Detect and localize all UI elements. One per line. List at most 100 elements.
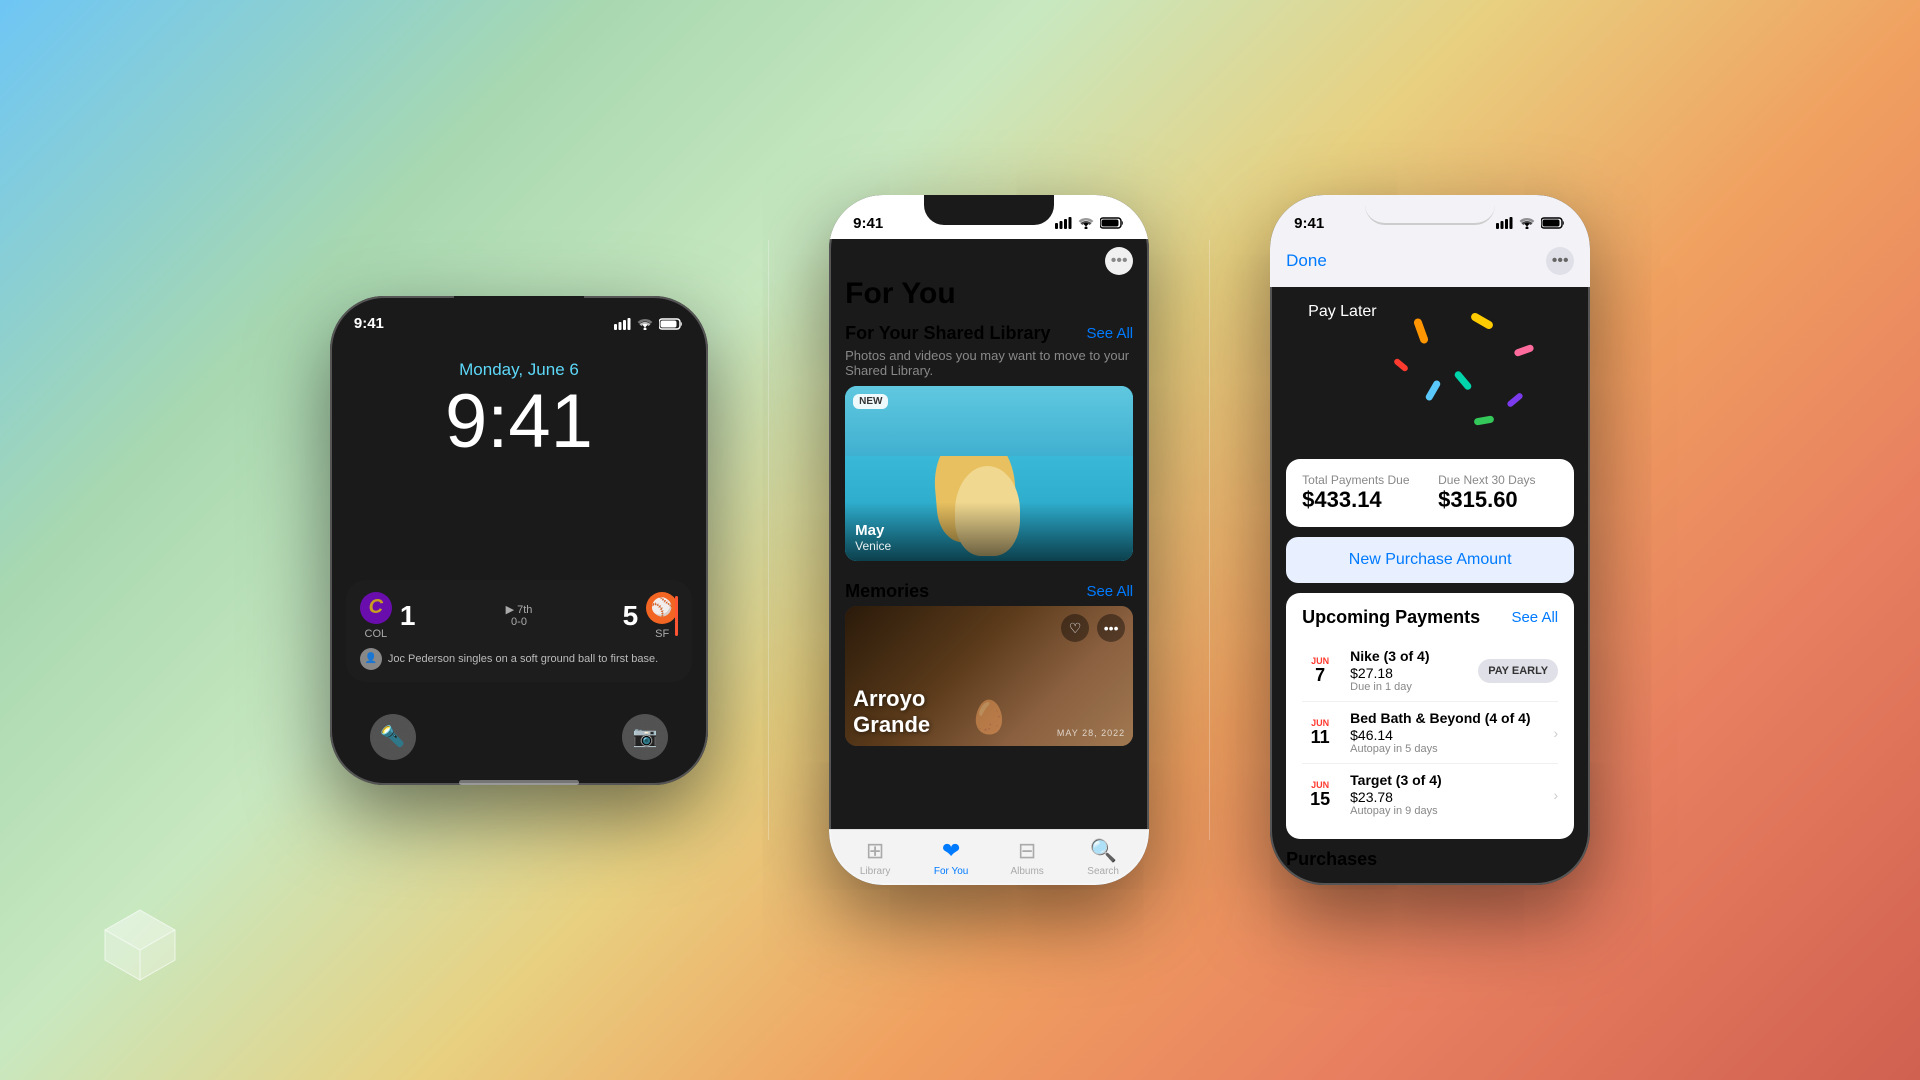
la-update-text: Joc Pederson singles on a soft ground ba… <box>388 653 678 665</box>
sf-label: SF <box>655 628 669 640</box>
shared-library-see-all[interactable]: See All <box>1086 325 1133 342</box>
nike-due: Due in 1 day <box>1350 681 1466 693</box>
target-date-badge: JUN 15 <box>1302 780 1338 810</box>
target-merchant: Target (3 of 4) <box>1350 772 1541 788</box>
phone1-frame: 9:41 Monday, June 6 9:41 C COL 1 ▶ 7th <box>330 296 708 785</box>
signal-icon <box>614 318 631 330</box>
tab-search-label: Search <box>1087 866 1119 877</box>
wifi-icon-2 <box>1078 217 1094 229</box>
nike-detail: Nike (3 of 4) $27.18 Due in 1 day <box>1350 648 1466 693</box>
card-sprinkles <box>1286 287 1574 447</box>
tab-library[interactable]: ⊞ Library <box>837 838 913 877</box>
battery-icon-3 <box>1541 217 1566 229</box>
shared-library-photo[interactable]: NEW May Venice <box>845 386 1133 561</box>
photos-tab-bar: ⊞ Library ❤ For You ⊟ Albums 🔍 Search <box>829 829 1149 885</box>
photo-caption: May Venice <box>845 502 1133 561</box>
nike-merchant: Nike (3 of 4) <box>1350 648 1466 664</box>
search-icon: 🔍 <box>1089 838 1116 864</box>
bbb-detail: Bed Bath & Beyond (4 of 4) $46.14 Autopa… <box>1350 710 1541 755</box>
wifi-icon-3 <box>1519 217 1535 229</box>
tab-for-you-label: For You <box>934 866 968 877</box>
phone2-frame: 9:41 ••• For You For Your Shared Library… <box>829 195 1149 885</box>
lock-time: 9:41 <box>330 384 708 460</box>
memory-date: MAY 28, 2022 <box>1057 728 1125 738</box>
pay-later-header: Done ••• <box>1270 239 1590 287</box>
total-payments-col: Total Payments Due $433.14 <box>1302 473 1422 513</box>
lock-bottom-icons: 🔦 📷 <box>330 698 708 776</box>
target-chevron-icon: › <box>1553 787 1558 803</box>
phone3-frame: 9:41 Done ••• <box>1270 195 1590 885</box>
shared-library-header: For Your Shared Library See All <box>829 311 1149 348</box>
memory-title: ArroyoGrande <box>853 686 930 738</box>
lock-date: Monday, June 6 <box>330 360 708 380</box>
purchases-label: Purchases <box>1270 839 1590 870</box>
payment-item-target[interactable]: JUN 15 Target (3 of 4) $23.78 Autopay in… <box>1302 764 1558 825</box>
header-more-button[interactable]: ••• <box>1546 247 1574 275</box>
col-logo: C <box>360 592 392 624</box>
pay-later-card: Pay Later <box>1286 287 1574 447</box>
tab-search[interactable]: 🔍 Search <box>1065 838 1141 877</box>
photos-app-content: ••• For You For Your Shared Library See … <box>829 239 1149 829</box>
bbb-due: Autopay in 5 days <box>1350 743 1541 755</box>
payments-row: Total Payments Due $433.14 Due Next 30 D… <box>1302 473 1558 513</box>
la-scores: C COL 1 ▶ 7th 0-0 5 ⚾ SF <box>360 592 678 640</box>
lock-screen-content: Monday, June 6 9:41 C COL 1 ▶ 7th 0-0 5 … <box>330 360 708 785</box>
camera-button[interactable]: 📷 <box>622 714 668 760</box>
done-button[interactable]: Done <box>1286 251 1327 271</box>
albums-icon: ⊟ <box>1018 838 1036 864</box>
memories-header: Memories See All <box>829 569 1149 606</box>
new-badge: NEW <box>853 394 888 409</box>
live-activity-widget: C COL 1 ▶ 7th 0-0 5 ⚾ SF � <box>346 580 692 682</box>
library-icon: ⊞ <box>866 838 884 864</box>
photos-header: ••• <box>829 239 1149 275</box>
divider-2 <box>1209 240 1210 840</box>
memories-title: Memories <box>845 581 929 602</box>
memory-card[interactable]: 🥚 ♡ ••• ArroyoGrande MAY 28, 2022 <box>845 606 1133 746</box>
memories-see-all[interactable]: See All <box>1086 583 1133 600</box>
wifi-icon <box>637 318 653 330</box>
status-time-1: 9:41 <box>354 315 384 332</box>
battery-icon <box>659 318 684 330</box>
payment-item-nike[interactable]: JUN 7 Nike (3 of 4) $27.18 Due in 1 day … <box>1302 640 1558 702</box>
sf-logo: ⚾ <box>646 592 678 624</box>
photo-caption-sub: Venice <box>855 539 1123 553</box>
signal-icon-3 <box>1496 217 1513 229</box>
divider-1 <box>768 240 769 840</box>
upcoming-see-all[interactable]: See All <box>1511 609 1558 626</box>
heart-button[interactable]: ♡ <box>1061 614 1089 642</box>
payment-item-bbb[interactable]: JUN 11 Bed Bath & Beyond (4 of 4) $46.14… <box>1302 702 1558 764</box>
total-payments-label: Total Payments Due <box>1302 473 1422 487</box>
bbb-chevron-icon: › <box>1553 725 1558 741</box>
shared-library-desc: Photos and videos you may want to move t… <box>829 348 1149 386</box>
la-bar <box>675 596 678 636</box>
new-purchase-button[interactable]: New Purchase Amount <box>1286 537 1574 583</box>
total-payments-amount: $433.14 <box>1302 487 1422 513</box>
flashlight-button[interactable]: 🔦 <box>370 714 416 760</box>
notch1 <box>454 296 584 326</box>
signal-icon-2 <box>1055 217 1072 229</box>
status-time-3: 9:41 <box>1294 215 1324 232</box>
tab-for-you[interactable]: ❤ For You <box>913 838 989 877</box>
due-next-label: Due Next 30 Days <box>1438 473 1558 487</box>
for-you-title: For You <box>829 277 1149 311</box>
target-detail: Target (3 of 4) $23.78 Autopay in 9 days <box>1350 772 1541 817</box>
for-you-icon: ❤ <box>942 838 960 864</box>
more-button[interactable]: ••• <box>1105 247 1133 275</box>
ellipsis-button[interactable]: ••• <box>1097 614 1125 642</box>
la-inning: ▶ 7th 0-0 <box>423 603 614 628</box>
pay-early-button[interactable]: PAY EARLY <box>1478 659 1558 683</box>
notch2 <box>924 195 1054 225</box>
cube-decoration <box>100 905 180 990</box>
memory-overlay: ♡ ••• ArroyoGrande <box>845 606 1133 746</box>
status-time-2: 9:41 <box>853 215 883 232</box>
tab-albums[interactable]: ⊟ Albums <box>989 838 1065 877</box>
target-day: 15 <box>1302 790 1338 810</box>
sf-score: 5 <box>623 600 639 632</box>
status-icons-3 <box>1496 217 1566 229</box>
upcoming-payments-section: Upcoming Payments See All JUN 7 Nike (3 … <box>1286 593 1574 839</box>
bbb-merchant: Bed Bath & Beyond (4 of 4) <box>1350 710 1541 726</box>
battery-icon-2 <box>1100 217 1125 229</box>
status-icons-1 <box>614 318 684 330</box>
la-team-col: C COL <box>360 592 392 640</box>
target-price: $23.78 <box>1350 789 1541 805</box>
